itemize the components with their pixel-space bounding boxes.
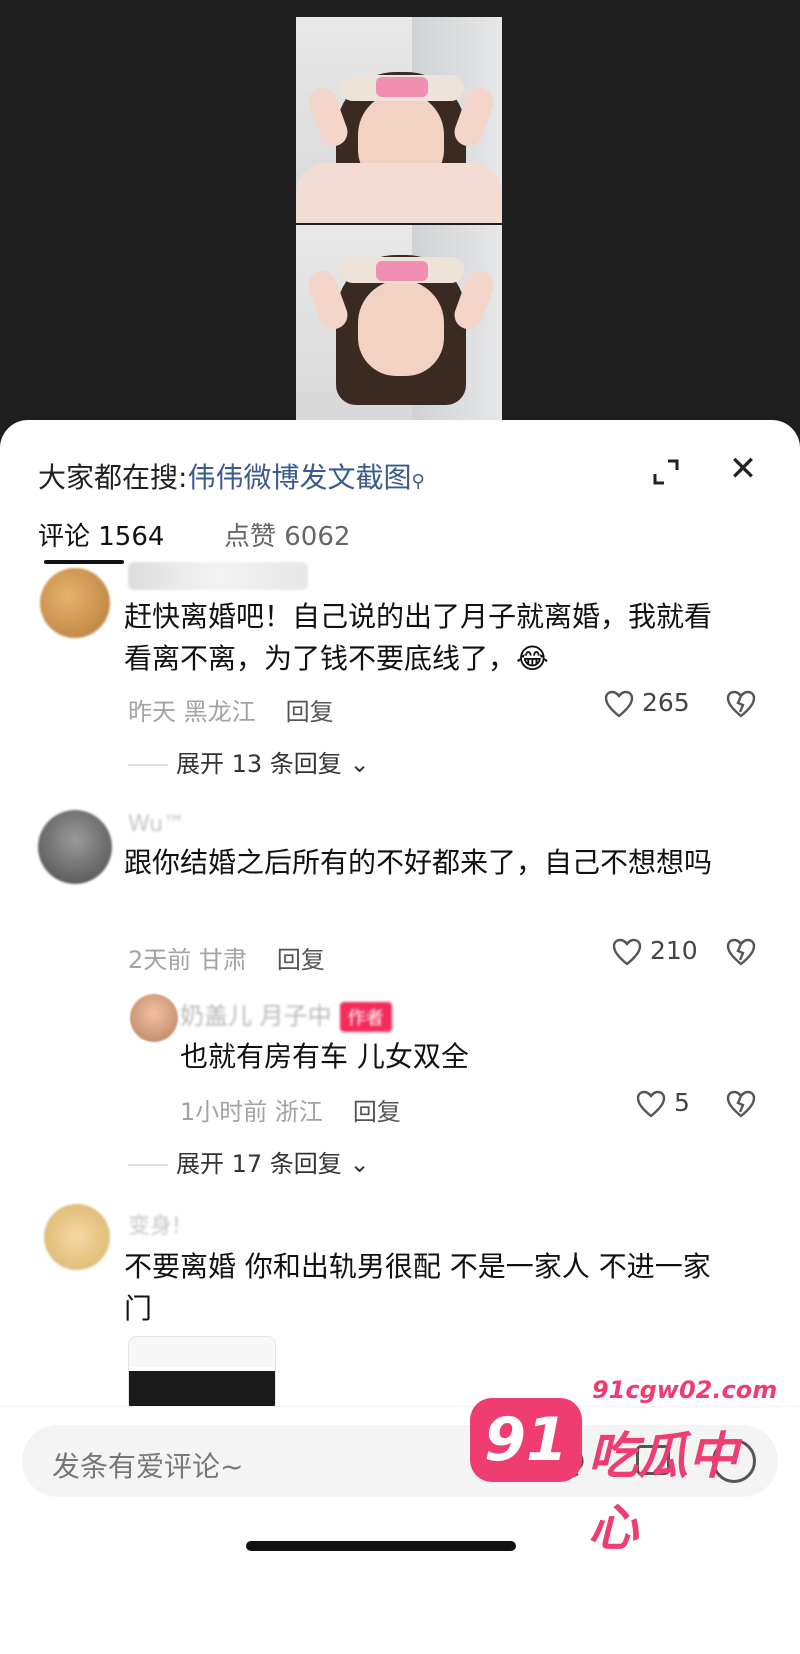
watermark-name: 吃瓜中心 <box>588 1427 738 1557</box>
dislike-button[interactable] <box>726 938 756 966</box>
reply-username[interactable]: 奶盖儿 月子中 作者 <box>180 996 392 1032</box>
like-count: 5 <box>673 1088 690 1117</box>
search-prefix: 大家都在搜: <box>38 461 188 494</box>
search-suggestion[interactable]: 大家都在搜:伟伟微博发文截图⚲ <box>38 456 425 496</box>
like-button[interactable]: 5 <box>636 1088 690 1118</box>
search-icon: ⚲ <box>411 471 425 492</box>
comment-input-placeholder: 发条有爱评论~ <box>52 1450 244 1483</box>
comment-text: 跟你结婚之后所有的不好都来了，自己不想想吗 <box>124 846 713 879</box>
comment-image[interactable] <box>128 1336 276 1412</box>
chevron-down-icon: ⌄ <box>349 750 370 778</box>
chevron-down-icon: ⌄ <box>349 1150 370 1178</box>
tab-likes[interactable]: 点赞 6062 <box>224 516 350 553</box>
comment-text: 赶快离婚吧！自己说的出了月子就离婚，我就看看离不离，为了钱不要底线了，😂 <box>124 600 713 675</box>
comment-meta: 2天前 甘肃 回复 <box>128 946 325 974</box>
like-button[interactable]: 210 <box>612 936 698 966</box>
like-count: 265 <box>641 688 690 717</box>
video-frame-top <box>296 17 502 223</box>
comment-text: 不要离婚 你和出轨男很配 不是一家人 不进一家门 <box>124 1250 711 1325</box>
avatar[interactable] <box>44 1204 110 1270</box>
expand-replies[interactable]: 展开 17 条回复 ⌄ <box>128 1144 370 1179</box>
comment-meta: 昨天 黑龙江 回复 <box>128 698 334 726</box>
reply-text: 也就有房有车 儿女双全 <box>180 1040 469 1073</box>
video-area[interactable] <box>0 0 800 440</box>
like-count: 210 <box>649 936 698 965</box>
avatar[interactable] <box>38 810 112 884</box>
author-badge: 作者 <box>339 1002 392 1032</box>
watermark-domain: 91cgw02.com <box>592 1376 778 1404</box>
heart-icon <box>604 690 634 718</box>
username[interactable]: Wu™ <box>128 812 185 837</box>
expand-icon[interactable] <box>652 458 680 486</box>
video-frame-bottom <box>296 225 502 425</box>
reply-button[interactable]: 回复 <box>286 698 334 726</box>
close-icon[interactable]: ✕ <box>728 452 758 486</box>
expand-replies[interactable]: 展开 13 条回复 ⌄ <box>128 744 370 779</box>
screen: 大家都在搜:伟伟微博发文截图⚲ ✕ 评论 1564 点赞 6062 赶快离婚吧！… <box>0 0 800 1654</box>
search-keyword[interactable]: 伟伟微博发文截图 <box>187 461 411 494</box>
avatar[interactable] <box>40 568 110 638</box>
reply-button[interactable]: 回复 <box>353 1098 401 1126</box>
tab-indicator <box>44 560 124 564</box>
dislike-button[interactable] <box>726 1090 756 1118</box>
username[interactable]: 变身! <box>128 1208 181 1240</box>
tab-comments[interactable]: 评论 1564 <box>38 516 164 553</box>
broken-heart-icon <box>726 1090 756 1118</box>
broken-heart-icon <box>726 938 756 966</box>
heart-icon <box>612 938 642 966</box>
like-button[interactable]: 265 <box>604 688 690 718</box>
username-blurred[interactable] <box>128 562 308 590</box>
broken-heart-icon <box>726 690 756 718</box>
reply-meta: 1小时前 浙江 回复 <box>180 1098 401 1126</box>
watermark-badge: 91 <box>470 1398 582 1482</box>
heart-icon <box>636 1090 666 1118</box>
home-indicator <box>246 1541 516 1551</box>
dislike-button[interactable] <box>726 690 756 718</box>
reply-button[interactable]: 回复 <box>277 946 325 974</box>
avatar[interactable] <box>130 994 178 1042</box>
watermark: 91 91cgw02.com 吃瓜中心 <box>470 1370 777 1557</box>
